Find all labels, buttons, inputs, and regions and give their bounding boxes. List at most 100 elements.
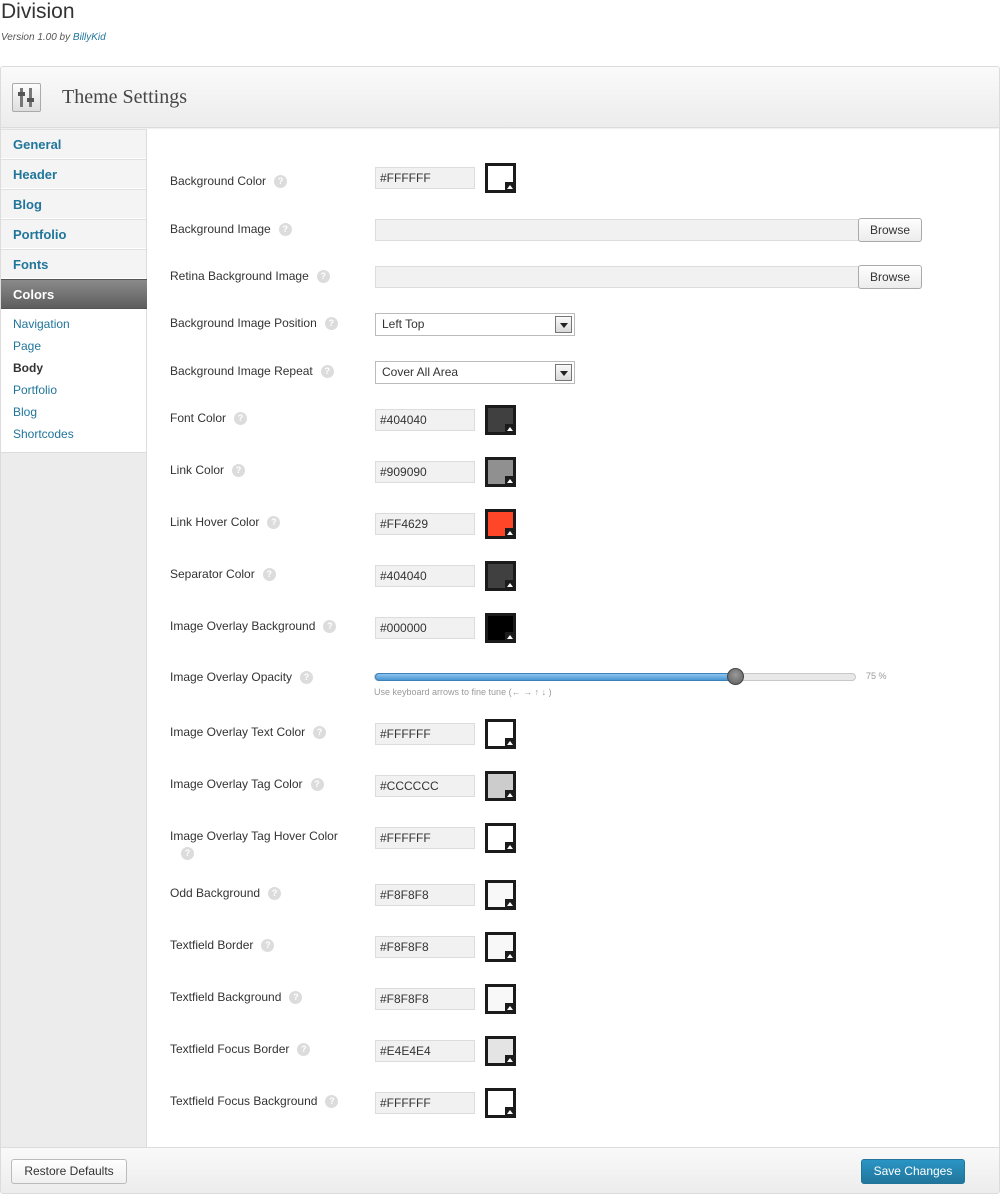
help-icon[interactable]: ?	[300, 671, 314, 685]
field-label: Background Color?	[170, 173, 350, 190]
theme-version: Version 1.00 by BillyKid	[1, 32, 106, 43]
field-label: Textfield Focus Border?	[170, 1041, 350, 1058]
help-icon[interactable]: ?	[313, 726, 327, 740]
nav-item-header[interactable]: Header	[1, 159, 146, 189]
textfield-focus-border-swatch[interactable]	[485, 1036, 516, 1066]
field-label: Separator Color?	[170, 566, 350, 583]
retina-background-image-browse-button[interactable]: Browse	[858, 265, 922, 289]
link-hover-color-swatch[interactable]	[485, 509, 516, 539]
separator-color-swatch[interactable]	[485, 561, 516, 591]
help-icon[interactable]: ?	[297, 1043, 311, 1057]
background-image-input[interactable]	[375, 219, 859, 241]
nav-item-general[interactable]: General	[1, 129, 146, 159]
field-label: Font Color?	[170, 410, 350, 427]
textfield-background-swatch[interactable]	[485, 984, 516, 1014]
font-color-swatch[interactable]	[485, 405, 516, 435]
image-overlay-background-swatch[interactable]	[485, 613, 516, 643]
font-color-input[interactable]	[375, 409, 475, 431]
background-image-browse-button[interactable]: Browse	[858, 218, 922, 242]
opacity-slider-fill	[375, 673, 735, 681]
link-color-swatch[interactable]	[485, 457, 516, 487]
help-icon[interactable]: ?	[274, 175, 288, 189]
help-icon[interactable]: ?	[316, 270, 330, 284]
textfield-background-input[interactable]	[375, 988, 475, 1010]
panel-header: Theme Settings	[1, 67, 999, 128]
background-color-swatch[interactable]	[485, 163, 516, 193]
textfield-focus-background-input[interactable]	[375, 1092, 475, 1114]
image-overlay-tag-color-swatch[interactable]	[485, 771, 516, 801]
nav-item-portfolio[interactable]: Portfolio	[1, 219, 146, 249]
field-label: Image Overlay Background?	[170, 618, 350, 635]
restore-defaults-button[interactable]: Restore Defaults	[11, 1159, 127, 1184]
subnav-item-page[interactable]: Page	[1, 336, 146, 358]
panel-title: Theme Settings	[62, 86, 187, 108]
field-label: Textfield Border?	[170, 937, 350, 954]
subnav-item-body[interactable]: Body	[1, 358, 146, 380]
nav-item-colors[interactable]: Colors	[1, 279, 162, 310]
subnav-item-blog[interactable]: Blog	[1, 402, 146, 424]
field-label: Odd Background?	[170, 885, 350, 902]
subnav-item-portfolio[interactable]: Portfolio	[1, 380, 146, 402]
separator-color-input[interactable]	[375, 565, 475, 587]
image-overlay-text-color-input[interactable]	[375, 723, 475, 745]
save-changes-button[interactable]: Save Changes	[861, 1159, 965, 1184]
opacity-value: 75 %	[866, 671, 887, 681]
field-label: Background Image Position?	[170, 315, 350, 332]
textfield-border-swatch[interactable]	[485, 932, 516, 962]
help-icon[interactable]: ?	[262, 568, 276, 582]
help-icon[interactable]: ?	[324, 317, 338, 331]
subnav-item-navigation[interactable]: Navigation	[1, 314, 146, 336]
textfield-focus-background-swatch[interactable]	[485, 1088, 516, 1118]
theme-name: Division	[1, 0, 75, 23]
help-icon[interactable]: ?	[323, 620, 337, 634]
field-label: Image Overlay Tag Hover Color?	[170, 829, 338, 860]
help-icon[interactable]: ?	[181, 847, 194, 860]
help-icon[interactable]: ?	[278, 223, 292, 237]
image-overlay-tag-hover-color-input[interactable]	[375, 827, 475, 849]
subnav-item-shortcodes[interactable]: Shortcodes	[1, 424, 146, 446]
textfield-focus-border-input[interactable]	[375, 1040, 475, 1062]
settings-panel: Theme Settings General Header Blog Portf…	[0, 66, 1000, 1194]
help-icon[interactable]: ?	[320, 365, 334, 379]
chevron-down-icon[interactable]	[555, 316, 572, 333]
textfield-border-input[interactable]	[375, 936, 475, 958]
panel-footer: Restore Defaults Save Changes	[1, 1147, 999, 1193]
help-icon[interactable]: ?	[325, 1095, 339, 1109]
field-label: Link Color?	[170, 462, 350, 479]
link-hover-color-input[interactable]	[375, 513, 475, 535]
nav-item-blog[interactable]: Blog	[1, 189, 146, 219]
field-label: Link Hover Color?	[170, 514, 350, 531]
help-icon[interactable]: ?	[310, 778, 324, 792]
help-icon[interactable]: ?	[267, 516, 281, 530]
help-icon[interactable]: ?	[261, 939, 275, 953]
version-text: Version 1.00 by	[1, 32, 71, 43]
opacity-slider-track[interactable]	[374, 668, 856, 685]
opacity-hint: Use keyboard arrows to fine tune (← → ↑ …	[374, 687, 552, 697]
background-image-repeat-select[interactable]: Cover All Area	[375, 361, 575, 384]
retina-background-image-input[interactable]	[375, 266, 859, 288]
image-overlay-tag-color-input[interactable]	[375, 775, 475, 797]
chevron-down-icon[interactable]	[555, 364, 572, 381]
field-label: Background Image Repeat?	[170, 363, 350, 380]
background-image-position-select[interactable]: Left Top	[375, 313, 575, 336]
field-label: Image Overlay Tag Color?	[170, 776, 350, 793]
settings-sidebar: General Header Blog Portfolio Fonts Colo…	[1, 129, 162, 1147]
image-overlay-text-color-swatch[interactable]	[485, 719, 516, 749]
image-overlay-background-input[interactable]	[375, 617, 475, 639]
odd-background-input[interactable]	[375, 884, 475, 906]
link-color-input[interactable]	[375, 461, 475, 483]
author-link[interactable]: BillyKid	[73, 32, 106, 43]
nav-item-fonts[interactable]: Fonts	[1, 249, 146, 279]
select-value: Cover All Area	[382, 365, 459, 379]
odd-background-swatch[interactable]	[485, 880, 516, 910]
help-icon[interactable]: ?	[268, 887, 282, 901]
image-overlay-tag-hover-color-swatch[interactable]	[485, 823, 516, 853]
field-label: Background Image?	[170, 221, 350, 238]
help-icon[interactable]: ?	[289, 991, 303, 1005]
field-label: Image Overlay Opacity?	[170, 669, 350, 686]
help-icon[interactable]: ?	[232, 464, 246, 478]
opacity-slider-handle[interactable]	[727, 668, 744, 685]
background-color-input[interactable]	[375, 167, 475, 189]
help-icon[interactable]: ?	[234, 412, 248, 426]
select-value: Left Top	[382, 317, 425, 331]
